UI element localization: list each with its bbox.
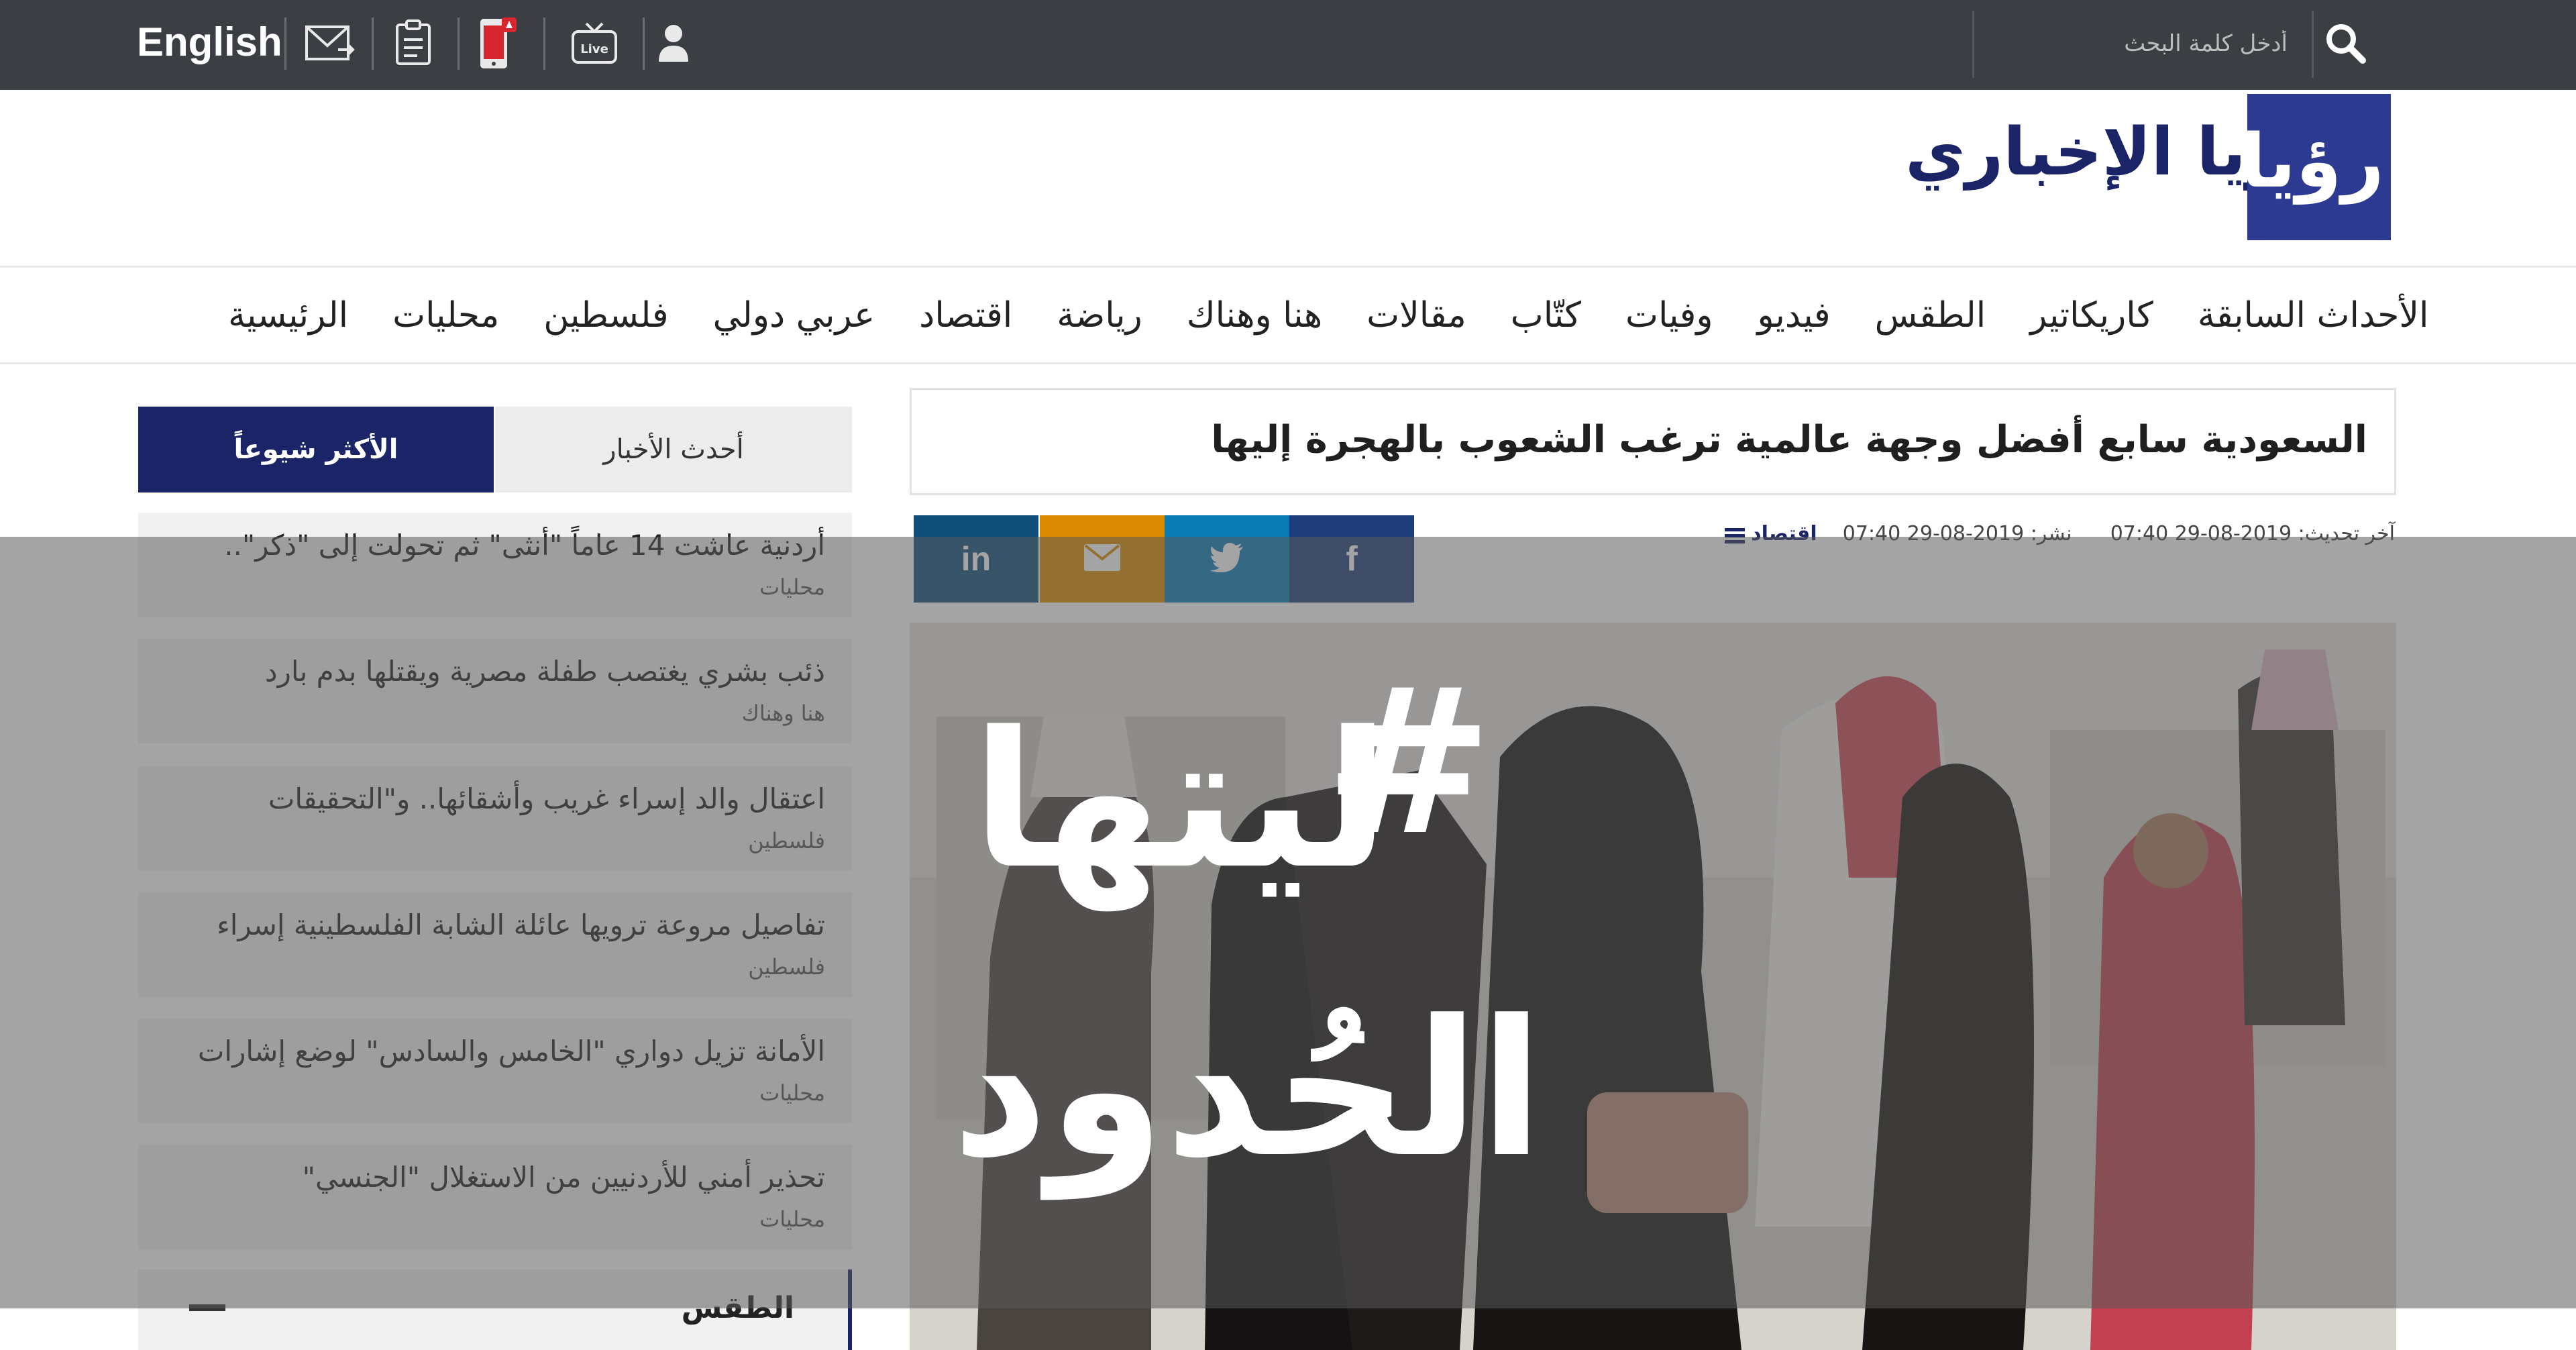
user-icon[interactable] bbox=[647, 16, 700, 70]
logo-text: رؤيا bbox=[2240, 118, 2384, 204]
list-item[interactable]: أردنية عاشت 14 عاماً "أنثى" ثم تحولت إلى… bbox=[138, 513, 852, 617]
mail-icon[interactable] bbox=[303, 16, 357, 70]
topbar-divider bbox=[284, 17, 286, 70]
campaign-hashtag-graphic: # ليتها الحُدود bbox=[926, 604, 1570, 1248]
share-twitter-button[interactable] bbox=[1165, 515, 1289, 603]
list-item-title[interactable]: تحذير أمني للأردنيين من الاستغلال "الجنس… bbox=[303, 1161, 825, 1194]
main-nav: الرئيسية محليات فلسطين عربي دولي اقتصاد … bbox=[228, 282, 2428, 349]
list-item-title[interactable]: تفاصيل مروعة ترويها عائلة الشابة الفلسطي… bbox=[217, 908, 825, 941]
svg-text:Live: Live bbox=[580, 42, 608, 56]
topbar-divider bbox=[543, 17, 545, 70]
email-icon bbox=[1084, 544, 1120, 574]
nav-item-economy[interactable]: اقتصاد bbox=[919, 295, 1012, 335]
nav-item-video[interactable]: فيديو bbox=[1757, 295, 1830, 335]
list-item-title[interactable]: ذئب بشري يغتصب طفلة مصرية ويقتلها بدم با… bbox=[265, 655, 825, 688]
header-divider bbox=[0, 266, 2576, 268]
nav-item-arab-international[interactable]: عربي دولي bbox=[713, 295, 875, 335]
nav-item-obituaries[interactable]: وفيات bbox=[1625, 295, 1713, 335]
search-divider bbox=[1972, 11, 1974, 78]
hashtag-line1: ليتها bbox=[971, 692, 1390, 913]
mobile-app-icon[interactable] bbox=[470, 16, 523, 70]
live-tv-icon[interactable]: Live bbox=[568, 16, 621, 70]
facebook-icon: f bbox=[1346, 539, 1358, 578]
article-headline: السعودية سابع أفضل وجهة عالمية ترغب الشع… bbox=[1211, 418, 2367, 462]
topbar-divider bbox=[372, 17, 374, 70]
nav-item-sports[interactable]: رياضة bbox=[1057, 295, 1142, 335]
list-item-category: محليات bbox=[759, 1206, 825, 1232]
topbar-divider bbox=[458, 17, 460, 70]
search-input[interactable] bbox=[1986, 20, 2288, 67]
list-item[interactable]: تفاصيل مروعة ترويها عائلة الشابة الفلسطي… bbox=[138, 892, 852, 997]
article-category[interactable]: اقتصاد bbox=[1751, 522, 1817, 546]
published-date: نشر: 2019-08-29 07:40 bbox=[1842, 522, 2072, 546]
nav-item-articles[interactable]: مقالات bbox=[1366, 295, 1466, 335]
list-item-title[interactable]: الأمانة تزيل دواري "الخامس والسادس" لوضع… bbox=[198, 1035, 825, 1068]
article-headline-box: السعودية سابع أفضل وجهة عالمية ترغب الشع… bbox=[910, 388, 2396, 495]
weather-widget: الطقس bbox=[138, 1269, 852, 1350]
category-icon bbox=[1724, 526, 1745, 543]
nav-item-caricature[interactable]: كاريكاتير bbox=[2030, 295, 2153, 335]
list-item[interactable]: اعتقال والد إسراء غريب وأشقائها.. و"التح… bbox=[138, 766, 852, 871]
nav-item-palestine[interactable]: فلسطين bbox=[543, 295, 668, 335]
nav-divider bbox=[0, 362, 2576, 364]
nav-item-writers[interactable]: كتّاب bbox=[1511, 295, 1581, 335]
search-icon[interactable] bbox=[2318, 16, 2372, 70]
top-bar: English Live bbox=[0, 0, 2576, 90]
share-linkedin-button[interactable]: in bbox=[914, 515, 1038, 603]
list-item[interactable]: الأمانة تزيل دواري "الخامس والسادس" لوضع… bbox=[138, 1019, 852, 1123]
twitter-icon bbox=[1210, 543, 1244, 575]
nav-item-here-and-there[interactable]: هنا وهناك bbox=[1187, 295, 1322, 335]
english-link[interactable]: English bbox=[137, 19, 282, 65]
list-item-category: فلسطين bbox=[748, 954, 825, 980]
collapse-icon[interactable] bbox=[189, 1304, 225, 1311]
nav-item-home[interactable]: الرئيسية bbox=[228, 295, 348, 335]
list-item-category: محليات bbox=[759, 574, 825, 600]
nav-item-local[interactable]: محليات bbox=[392, 295, 499, 335]
list-item[interactable]: تحذير أمني للأردنيين من الاستغلال "الجنس… bbox=[138, 1145, 852, 1249]
nav-item-previous-events[interactable]: الأحداث السابقة bbox=[2198, 295, 2429, 335]
list-item-category: فلسطين bbox=[748, 828, 825, 853]
list-item[interactable]: ذئب بشري يغتصب طفلة مصرية ويقتلها بدم با… bbox=[138, 639, 852, 743]
list-item-category: محليات bbox=[759, 1080, 825, 1106]
share-email-button[interactable] bbox=[1040, 515, 1165, 603]
clipboard-icon[interactable] bbox=[386, 16, 440, 70]
tab-most-popular[interactable]: الأكثر شيوعاً bbox=[138, 407, 494, 492]
updated-date: آخر تحديث: 2019-08-29 07:40 bbox=[2110, 522, 2395, 546]
tab-latest-news[interactable]: أحدث الأخبار bbox=[495, 407, 852, 492]
hashtag-line2: الحُدود bbox=[952, 980, 1544, 1201]
weather-title: الطقس bbox=[681, 1291, 794, 1325]
search-divider bbox=[2312, 11, 2314, 78]
article-meta: آخر تحديث: 2019-08-29 07:40 نشر: 2019-08… bbox=[1711, 522, 2395, 546]
list-item-category: هنا وهناك bbox=[741, 700, 825, 726]
topbar-divider bbox=[643, 17, 645, 70]
site-logo[interactable]: رؤيا bbox=[2240, 94, 2391, 240]
list-item-title[interactable]: اعتقال والد إسراء غريب وأشقائها.. و"التح… bbox=[268, 782, 825, 815]
share-facebook-button[interactable]: f bbox=[1289, 515, 1414, 603]
nav-item-weather[interactable]: الطقس bbox=[1875, 295, 1986, 335]
list-item-title[interactable]: أردنية عاشت 14 عاماً "أنثى" ثم تحولت إلى… bbox=[224, 529, 825, 562]
linkedin-icon: in bbox=[961, 540, 991, 578]
